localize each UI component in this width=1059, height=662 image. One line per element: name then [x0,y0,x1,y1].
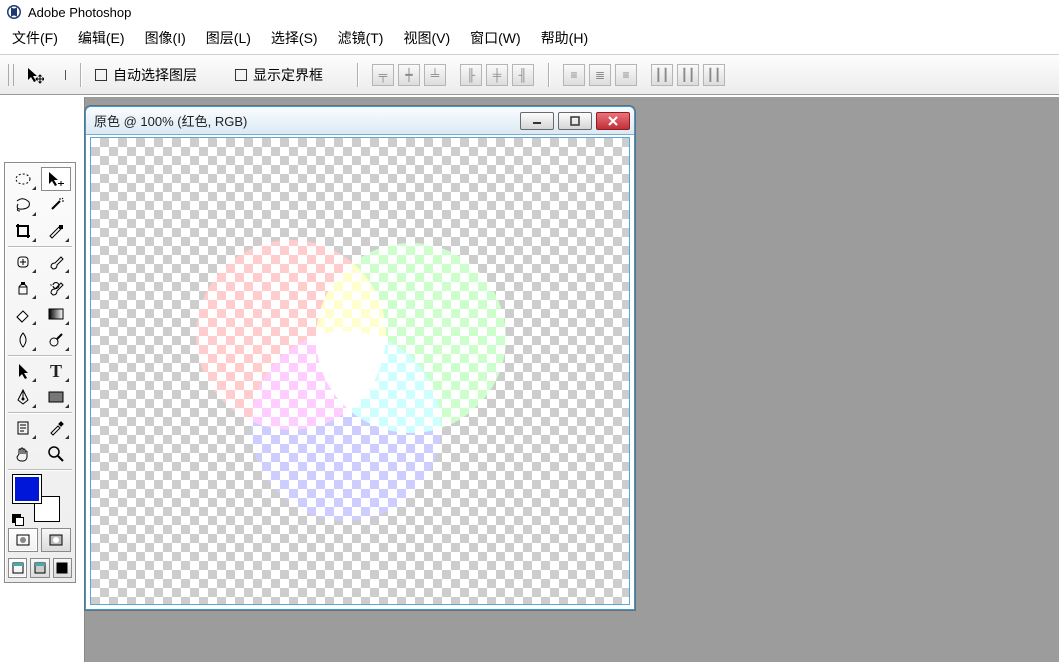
hand-tool-icon[interactable] [8,442,38,466]
auto-select-layer-checkbox[interactable]: 自动选择图层 [95,65,197,85]
blur-tool-icon[interactable] [8,328,38,352]
menu-file[interactable]: 文件(F) [12,28,58,48]
align-hcenter-icon[interactable]: ╪ [486,64,508,86]
eraser-tool-icon[interactable] [8,302,38,326]
history-brush-tool-icon[interactable] [41,276,71,300]
maximize-button[interactable] [558,112,592,130]
healing-brush-tool-icon[interactable] [8,250,38,274]
slice-tool-icon[interactable] [41,219,71,243]
screen-full-menubar-icon[interactable] [30,558,49,578]
dodge-tool-icon[interactable] [41,328,71,352]
menu-filter[interactable]: 滤镜(T) [338,28,384,48]
brush-tool-icon[interactable] [41,250,71,274]
crop-tool-icon[interactable] [8,219,38,243]
blue-circle [251,331,441,521]
zoom-tool-icon[interactable] [41,442,71,466]
menubar: 文件(F) 编辑(E) 图像(I) 图层(L) 选择(S) 滤镜(T) 视图(V… [0,24,1059,55]
menu-select[interactable]: 选择(S) [271,28,318,48]
document-title: 原色 @ 100% (红色, RGB) [94,111,247,130]
distribute-hcenter-icon[interactable]: ┃┃ [677,64,699,86]
align-vcenter-icon[interactable]: ┿ [398,64,420,86]
close-button[interactable] [596,112,630,130]
magic-wand-tool-icon[interactable] [41,193,71,217]
color-swatches[interactable] [12,474,60,522]
app-title: Adobe Photoshop [28,5,131,20]
screen-standard-icon[interactable] [8,558,27,578]
path-selection-tool-icon[interactable] [8,359,38,383]
optionbar-grip[interactable] [8,64,14,86]
distribute-vcenter-icon[interactable]: ≣ [589,64,611,86]
menu-image[interactable]: 图像(I) [145,28,186,48]
menu-layer[interactable]: 图层(L) [206,28,251,48]
notes-tool-icon[interactable] [8,416,38,440]
menu-view[interactable]: 视图(V) [403,28,450,48]
show-bounding-box-label: 显示定界框 [253,65,323,85]
distribute-left-icon[interactable]: ┃┃ [651,64,673,86]
type-tool-icon[interactable]: T [41,359,71,383]
auto-select-layer-label: 自动选择图层 [113,65,197,85]
align-bottom-icon[interactable]: ╧ [424,64,446,86]
move-tool-icon[interactable] [41,167,71,191]
move-tool-icon [24,64,46,86]
align-left-icon[interactable]: ╟ [460,64,482,86]
document-window[interactable]: 原色 @ 100% (红色, RGB) [85,106,635,610]
screen-full-icon[interactable] [53,558,72,578]
clone-stamp-tool-icon[interactable] [8,276,38,300]
distribute-right-icon[interactable]: ┃┃ [703,64,725,86]
toolbox: T [4,162,76,583]
show-bounding-box-checkbox[interactable]: 显示定界框 [235,65,323,85]
menu-help[interactable]: 帮助(H) [541,28,588,48]
menu-edit[interactable]: 编辑(E) [78,28,125,48]
lasso-tool-icon[interactable] [8,193,38,217]
align-right-icon[interactable]: ╢ [512,64,534,86]
distribute-group: ≡ ≣ ≡ ┃┃ ┃┃ ┃┃ [563,64,725,86]
default-colors-icon[interactable] [12,514,24,526]
pen-tool-icon[interactable] [8,385,38,409]
gradient-tool-icon[interactable] [41,302,71,326]
eyedropper-tool-icon[interactable] [41,416,71,440]
align-top-icon[interactable]: ╤ [372,64,394,86]
foreground-color-swatch[interactable] [12,474,42,504]
option-bar: 自动选择图层 显示定界框 ╤ ┿ ╧ ╟ ╪ ╢ ≡ ≣ ≡ ┃┃ ┃┃ ┃┃ [0,55,1059,95]
quickmask-mode-icon[interactable] [41,528,71,552]
distribute-bottom-icon[interactable]: ≡ [615,64,637,86]
rectangle-shape-tool-icon[interactable] [41,385,71,409]
tool-preset-dropdown[interactable] [56,70,66,80]
standard-mode-icon[interactable] [8,528,38,552]
document-titlebar[interactable]: 原色 @ 100% (红色, RGB) [86,107,634,135]
marquee-tool-icon[interactable] [8,167,38,191]
photoshop-icon [6,4,22,20]
minimize-button[interactable] [520,112,554,130]
align-group: ╤ ┿ ╧ ╟ ╪ ╢ [372,64,534,86]
app-titlebar: Adobe Photoshop [0,0,1059,24]
menu-window[interactable]: 窗口(W) [470,28,521,48]
distribute-top-icon[interactable]: ≡ [563,64,585,86]
rgb-venn-diagram [91,138,629,604]
document-canvas[interactable] [90,137,630,605]
